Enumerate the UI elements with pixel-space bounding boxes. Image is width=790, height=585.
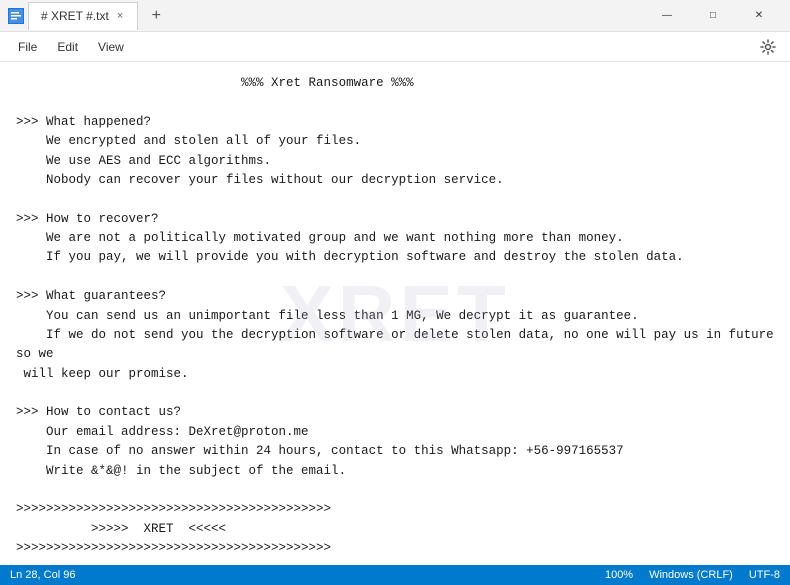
text-editor-content[interactable]: XRET %%% Xret Ransomware %%% >>> What ha…	[0, 62, 790, 565]
active-tab[interactable]: # XRET #.txt ×	[28, 2, 138, 30]
line-col-status[interactable]: Ln 28, Col 96	[10, 569, 75, 581]
title-bar: # XRET #.txt × + — □ ✕	[0, 0, 790, 32]
ransom-note-text: %%% Xret Ransomware %%% >>> What happene…	[16, 74, 774, 565]
zoom-status[interactable]: 100%	[605, 569, 633, 581]
menu-view[interactable]: View	[88, 36, 134, 58]
tab-close-button[interactable]: ×	[115, 10, 125, 22]
maximize-button[interactable]: □	[690, 0, 736, 32]
menu-edit[interactable]: Edit	[47, 36, 88, 58]
settings-icon[interactable]	[754, 33, 782, 61]
status-bar: Ln 28, Col 96 100% Windows (CRLF) UTF-8	[0, 565, 790, 585]
line-ending-status[interactable]: Windows (CRLF)	[649, 569, 733, 581]
close-button[interactable]: ✕	[736, 0, 782, 32]
menu-file[interactable]: File	[8, 36, 47, 58]
menu-bar: File Edit View	[0, 32, 790, 62]
tab-area: # XRET #.txt × +	[28, 2, 644, 30]
minimize-button[interactable]: —	[644, 0, 690, 32]
app-icon	[8, 8, 24, 24]
new-tab-button[interactable]: +	[142, 2, 170, 30]
window-controls: — □ ✕	[644, 0, 782, 32]
tab-label: # XRET #.txt	[41, 9, 109, 23]
status-right: 100% Windows (CRLF) UTF-8	[605, 569, 780, 581]
encoding-status[interactable]: UTF-8	[749, 569, 780, 581]
title-bar-left	[8, 8, 24, 24]
